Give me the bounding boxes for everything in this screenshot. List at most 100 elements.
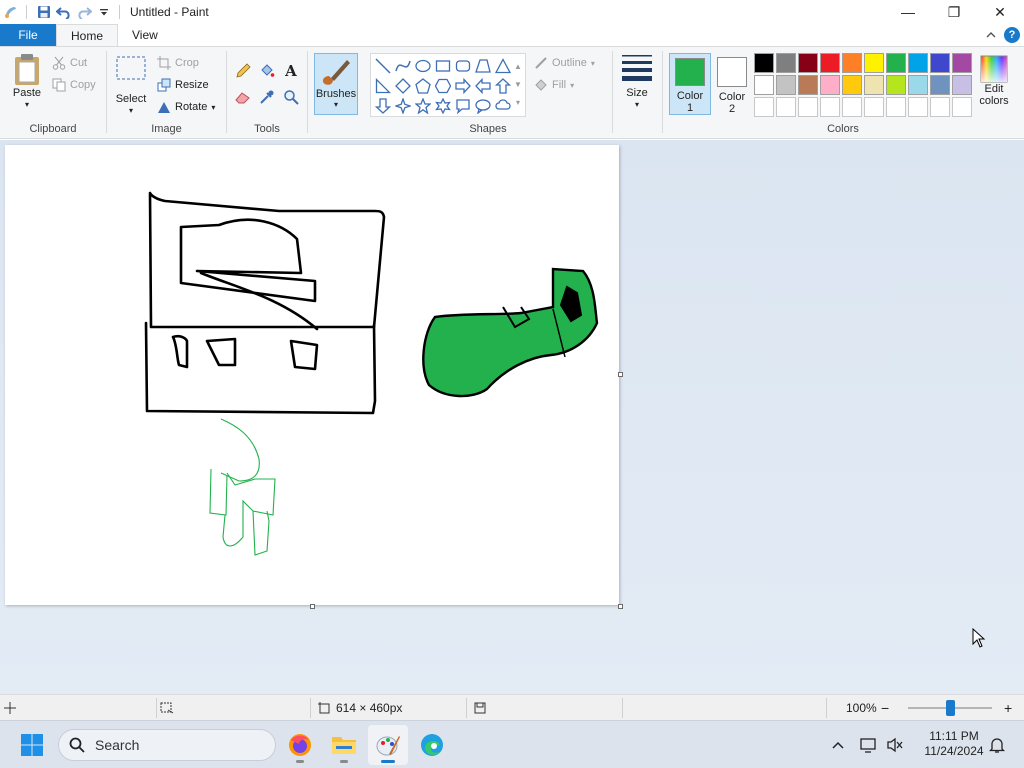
- four-point-star-shape-icon[interactable]: [393, 96, 413, 116]
- zoom-out-button[interactable]: −: [881, 695, 889, 721]
- close-button[interactable]: ✕: [977, 0, 1023, 24]
- canvas-resize-handle-bottom[interactable]: [310, 604, 315, 609]
- select-icon: [116, 56, 146, 80]
- right-arrow-shape-icon[interactable]: [453, 76, 473, 96]
- clipboard-group-label: Clipboard: [29, 123, 77, 135]
- save-icon[interactable]: [35, 3, 53, 21]
- copy-button[interactable]: Copy: [52, 75, 96, 95]
- paste-dropdown-icon[interactable]: ▾: [25, 99, 29, 111]
- cut-button[interactable]: Cut: [52, 53, 87, 73]
- outline-icon: [535, 57, 547, 69]
- image-group-label: Image: [151, 123, 182, 135]
- oval-shape-icon[interactable]: [413, 56, 433, 76]
- cloud-callout-shape-icon[interactable]: [493, 96, 513, 116]
- zoom-in-button[interactable]: +: [1004, 695, 1012, 721]
- colors-group: Colors: [662, 47, 1024, 138]
- paste-label: Paste: [12, 87, 42, 99]
- crop-button[interactable]: Crop: [157, 53, 199, 73]
- brushes-dropdown-icon[interactable]: ▾: [334, 100, 338, 109]
- brushes-button[interactable]: Brushes ▾: [314, 53, 358, 115]
- show-hidden-icons-button[interactable]: [828, 721, 848, 768]
- canvas-size-text: 614 × 460px: [336, 701, 403, 715]
- left-arrow-shape-icon[interactable]: [473, 76, 493, 96]
- paste-button[interactable]: Paste ▾: [8, 53, 46, 111]
- rounded-rectangle-shape-icon[interactable]: [453, 56, 473, 76]
- text-tool-icon[interactable]: A: [281, 61, 301, 81]
- fill-bucket-icon[interactable]: [257, 61, 277, 81]
- network-tray-button[interactable]: [858, 721, 880, 768]
- select-dropdown-icon[interactable]: ▾: [129, 105, 133, 117]
- taskbar-search[interactable]: Search: [58, 729, 276, 761]
- canvas-resize-handle-corner[interactable]: [618, 604, 623, 609]
- rotate-dropdown-icon[interactable]: ▾: [211, 103, 215, 112]
- tab-file[interactable]: File: [0, 24, 56, 46]
- paint-app-icon[interactable]: [2, 3, 20, 21]
- select-button[interactable]: Select ▾: [113, 55, 149, 117]
- customize-quick-access-icon[interactable]: [95, 3, 113, 21]
- minimize-button[interactable]: —: [885, 0, 931, 24]
- polygon-shape-icon[interactable]: [473, 56, 493, 76]
- taskbar: Search 11:11 PM 11/24/2024: [0, 720, 1024, 768]
- rounded-callout-shape-icon[interactable]: [453, 96, 473, 116]
- collapse-ribbon-icon[interactable]: [986, 28, 996, 42]
- shapes-scroll-down-icon[interactable]: ▼: [513, 76, 523, 94]
- six-point-star-shape-icon[interactable]: [433, 96, 453, 116]
- clock-date: 11/24/2024: [924, 744, 984, 758]
- redo-icon[interactable]: [75, 3, 93, 21]
- magnifier-icon[interactable]: [281, 87, 301, 107]
- eraser-icon[interactable]: [233, 87, 253, 107]
- taskbar-firefox[interactable]: [280, 725, 320, 765]
- shapes-scroll-up-icon[interactable]: ▲: [513, 58, 523, 76]
- hexagon-shape-icon[interactable]: [433, 76, 453, 96]
- pentagon-shape-icon[interactable]: [413, 76, 433, 96]
- line-shape-icon[interactable]: [373, 56, 393, 76]
- taskbar-file-explorer[interactable]: [324, 725, 364, 765]
- status-separator: [310, 698, 311, 718]
- zoom-level: 100%: [846, 701, 877, 715]
- rotate-button[interactable]: Rotate ▾: [157, 97, 215, 117]
- maximize-button[interactable]: ❐: [931, 0, 977, 24]
- copy-icon: [52, 78, 66, 92]
- edge-icon: [421, 734, 443, 756]
- outline-button[interactable]: Outline ▾: [534, 53, 595, 73]
- color-picker-icon[interactable]: [257, 87, 277, 107]
- pencil-icon[interactable]: [233, 61, 253, 81]
- diamond-shape-icon[interactable]: [393, 76, 413, 96]
- chevron-up-icon: [832, 741, 844, 749]
- triangle-shape-icon[interactable]: [493, 56, 513, 76]
- canvas-size-indicator: 614 × 460px: [318, 695, 402, 721]
- five-point-star-shape-icon[interactable]: [413, 96, 433, 116]
- line-size-icon: [622, 55, 652, 81]
- size-dropdown-icon[interactable]: ▾: [635, 99, 639, 111]
- speaker-muted-icon: [887, 737, 903, 753]
- ribbon: Paste ▾ Cut Copy Clipboard Select ▾ Crop…: [0, 46, 1024, 139]
- fill-button[interactable]: Fill ▾: [534, 75, 574, 95]
- taskbar-clock[interactable]: 11:11 PM 11/24/2024: [912, 729, 996, 759]
- status-bar: 614 × 460px 100% − +: [0, 694, 1024, 720]
- canvas-resize-handle-right[interactable]: [618, 372, 623, 377]
- zoom-slider-thumb[interactable]: [946, 700, 955, 716]
- file-size-icon: [474, 695, 486, 721]
- help-icon[interactable]: ?: [1004, 27, 1020, 43]
- canvas-workspace: [0, 140, 1024, 694]
- down-arrow-shape-icon[interactable]: [373, 96, 393, 116]
- size-button[interactable]: Size ▾: [618, 53, 656, 111]
- oval-callout-shape-icon[interactable]: [473, 96, 493, 116]
- taskbar-edge[interactable]: [412, 725, 452, 765]
- right-triangle-shape-icon[interactable]: [373, 76, 393, 96]
- select-label: Select: [115, 93, 147, 105]
- tab-home[interactable]: Home: [56, 24, 119, 46]
- undo-icon[interactable]: [55, 3, 73, 21]
- taskbar-paint[interactable]: [368, 725, 408, 765]
- volume-tray-button[interactable]: [884, 721, 906, 768]
- notifications-button[interactable]: [986, 721, 1008, 768]
- rectangle-shape-icon[interactable]: [433, 56, 453, 76]
- drawing-canvas[interactable]: [5, 145, 619, 605]
- resize-icon: [157, 78, 171, 92]
- curve-shape-icon[interactable]: [393, 56, 413, 76]
- resize-button[interactable]: Resize: [157, 75, 209, 95]
- up-arrow-shape-icon[interactable]: [493, 76, 513, 96]
- tab-view[interactable]: View: [118, 24, 172, 46]
- shapes-expand-icon[interactable]: ▾: [513, 94, 523, 112]
- start-button[interactable]: [12, 725, 52, 765]
